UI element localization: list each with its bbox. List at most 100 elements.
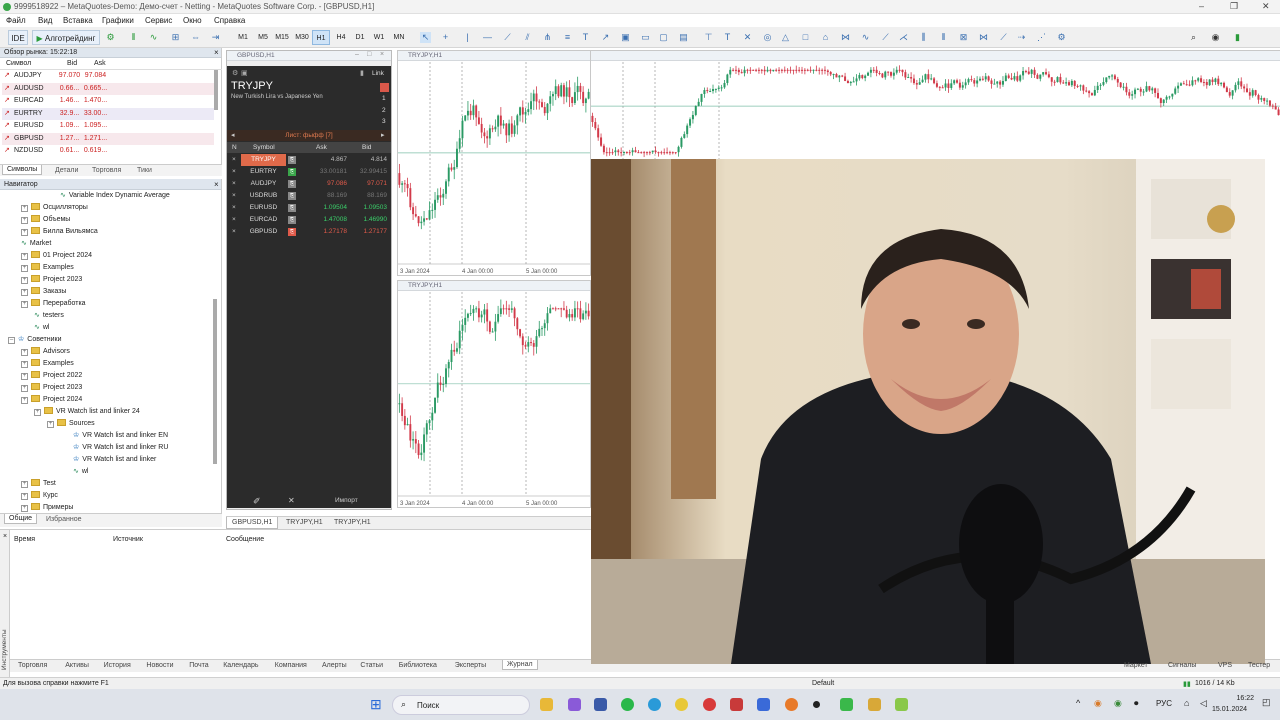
taskbar-search[interactable]: ⌕ Поиск [392, 695, 530, 715]
tree-item[interactable]: – ♔ Советники [8, 334, 62, 346]
tree-item[interactable]: + Объемы [21, 214, 70, 226]
volume-icon[interactable]: ◁ [1200, 698, 1207, 709]
algotrading-button[interactable]: ▶ Алготрейдинг [32, 30, 100, 45]
tree-item[interactable]: + Project 2022 [21, 370, 82, 382]
tab-symbols[interactable]: Символы [2, 165, 43, 175]
clock-date[interactable]: 15.01.2024 [1212, 706, 1247, 713]
time-zones-icon[interactable]: ⫼ [918, 32, 929, 43]
horizontal-line-icon[interactable]: — [482, 32, 493, 43]
chart-canvas-top[interactable]: 3 Jan 2024 4 Jan 00:00 5 Jan 00:00 [398, 62, 590, 276]
close-icon[interactable]: × [3, 533, 7, 540]
symbol-cell[interactable]: TRYJPY [241, 154, 286, 166]
table-row[interactable]: ↗ EURCAD 1.46... 1.470... [2, 95, 214, 107]
remove-icon[interactable]: × [232, 178, 236, 190]
chart-canvas-bottom[interactable]: 3 Jan 2024 4 Jan 00:00 5 Jan 00:00 [398, 292, 590, 508]
expand-icon[interactable]: + [21, 301, 28, 308]
app-icon[interactable] [757, 698, 770, 711]
tools-icon[interactable]: ⊤ [703, 32, 714, 43]
file-explorer-icon[interactable] [540, 698, 553, 711]
table-row[interactable]: ↗ AUDUSD 0.66... 0.665... [2, 82, 214, 95]
table-row[interactable]: ↗ GBPUSD 1.27... 1.271... [2, 132, 214, 145]
import-button[interactable]: Импорт [335, 497, 358, 504]
tree-item[interactable]: + Переработка [21, 298, 86, 310]
tree-item[interactable]: ∿ testers [34, 310, 64, 322]
tab-ticks[interactable]: Тики [137, 167, 152, 174]
tab-details[interactable]: Детали [55, 167, 78, 174]
tab-favorites[interactable]: Избранное [46, 516, 81, 523]
expand-icon[interactable]: + [21, 217, 28, 224]
expand-icon[interactable]: + [21, 373, 28, 380]
gear-icon[interactable]: ⚙ [105, 32, 116, 43]
dashed-line-icon[interactable]: ⇢ [1016, 32, 1027, 43]
menu-view[interactable]: Вид [38, 16, 52, 25]
cycles-icon[interactable]: ⌂ [820, 32, 831, 43]
tree-item[interactable]: + VR Watch list and linker 24 [34, 406, 140, 418]
text-icon[interactable]: T [580, 32, 591, 43]
fan-icon[interactable]: ⋌ [898, 32, 909, 43]
tree-item[interactable]: ∿ wl [34, 322, 50, 334]
chart-link-icon[interactable]: ⎘ [288, 192, 296, 200]
symbol-cell[interactable]: EURTRY [241, 166, 286, 178]
magnet-icon[interactable]: ⋈ [978, 32, 989, 43]
close-icon[interactable]: × [380, 51, 384, 58]
expand-icon[interactable]: + [21, 361, 28, 368]
watchlist-row[interactable]: × TRYJPY ⎘ 4.867 4.814 [227, 154, 391, 166]
grid-icon[interactable]: ⊞ [170, 32, 181, 43]
tree-item[interactable]: ♔ VR Watch list and linker RU [73, 442, 168, 454]
gann-icon[interactable]: ✕ [742, 32, 753, 43]
toolbox-tab[interactable]: Торговля [18, 662, 47, 669]
chart-link-icon[interactable]: ⎘ [288, 168, 296, 176]
table-row[interactable]: ↗ AUDJPY 97.070 97.084 [2, 70, 214, 82]
expand-icon[interactable]: + [21, 253, 28, 260]
ellipse-icon[interactable]: ◎ [762, 32, 773, 43]
windows-start-icon[interactable]: ⊞ [370, 696, 382, 713]
toolbox-tab[interactable]: Почта [189, 662, 208, 669]
app-icon[interactable] [568, 698, 581, 711]
network-icon[interactable]: ⌂ [1184, 698, 1189, 708]
toolbox-tab[interactable]: Журнал [502, 660, 538, 670]
tree-item[interactable]: + Examples [21, 358, 74, 370]
watchlist-row[interactable]: × GBPUSD ⎘ 1.27178 1.27177 [227, 226, 391, 238]
expand-icon[interactable]: + [21, 277, 28, 284]
tree-item[interactable]: + Examples [21, 262, 74, 274]
expand-icon[interactable]: + [21, 493, 28, 500]
scrollbar-thumb[interactable] [213, 299, 217, 464]
image-icon[interactable]: ▣ [620, 32, 631, 43]
firefox-icon[interactable] [785, 698, 798, 711]
minimize-icon[interactable]: – [1199, 1, 1204, 11]
whatsapp-icon[interactable] [621, 698, 634, 711]
line-tool-icon[interactable]: ⟋ [998, 32, 1009, 43]
watchlist-row[interactable]: × AUDJPY ⎘ 97.086 97.071 [227, 178, 391, 190]
remove-icon[interactable]: × [232, 154, 236, 166]
tree-item[interactable]: + Advisors [21, 346, 70, 358]
clock-time[interactable]: 16:22 [1220, 695, 1254, 702]
collapse-icon[interactable]: – [8, 337, 15, 344]
expand-icon[interactable]: + [21, 397, 28, 404]
chart-tab-gbpusd[interactable]: GBPUSD,H1 [226, 517, 279, 529]
tree-item[interactable]: ♔ VR Watch list and linker [73, 454, 156, 466]
tree-item[interactable]: + Test [21, 478, 56, 490]
pitchfork-icon[interactable]: ⋔ [542, 32, 553, 43]
expand-icon[interactable]: + [21, 505, 28, 512]
toolbox-tab[interactable]: История [104, 662, 131, 669]
symbol-cell[interactable]: EURCAD [241, 214, 286, 226]
tf-d1[interactable]: D1 [351, 30, 369, 45]
close-icon[interactable]: ✕ [1262, 1, 1270, 12]
chart-canvas-extension[interactable] [591, 62, 1280, 160]
col-bid[interactable]: Bid [362, 142, 371, 153]
col-source[interactable]: Источник [113, 536, 143, 543]
symbol-cell[interactable]: GBPUSD [241, 226, 286, 238]
microphone-icon[interactable]: ⏺ [1134, 698, 1139, 709]
menu-window[interactable]: Окно [183, 16, 202, 25]
tf-w1[interactable]: W1 [370, 30, 388, 45]
list-number-2[interactable]: 2 [382, 107, 386, 114]
close-icon[interactable]: × [214, 48, 219, 57]
brush-icon[interactable]: ✐ [253, 496, 261, 507]
autoscroll-icon[interactable]: ⇔ [190, 32, 201, 43]
toolbox-tab[interactable]: Календарь [223, 662, 258, 669]
toolbox-tab[interactable]: Новости [146, 662, 173, 669]
elliott-icon[interactable]: ⋈ [840, 32, 851, 43]
expand-icon[interactable]: + [21, 481, 28, 488]
account-icon[interactable]: ◉ [1210, 32, 1221, 43]
bar-chart-icon[interactable]: ⫴ [128, 32, 139, 43]
